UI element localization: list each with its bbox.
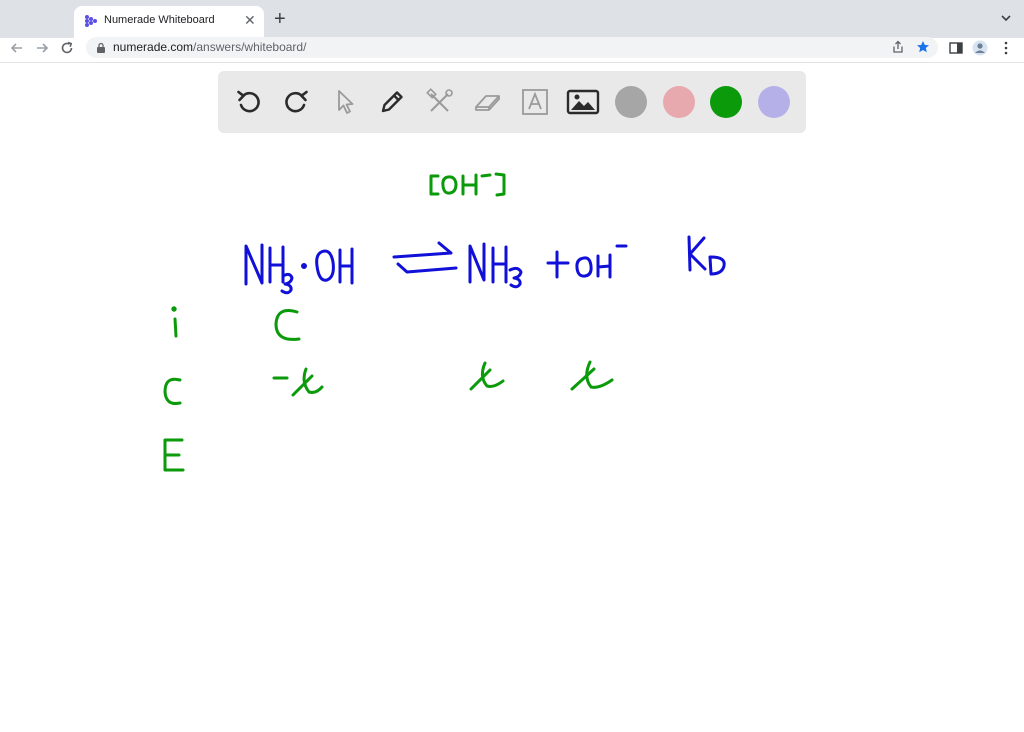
profile-avatar-icon[interactable] bbox=[972, 40, 988, 56]
bookmark-star-icon[interactable] bbox=[916, 40, 930, 54]
url-domain: numerade.com bbox=[113, 40, 194, 54]
whiteboard-toolbar bbox=[218, 71, 806, 133]
new-tab-button[interactable]: + bbox=[274, 9, 286, 29]
url-path: /answers/whiteboard/ bbox=[193, 40, 307, 54]
ice-label-e bbox=[163, 438, 185, 472]
change-x-nh3 bbox=[469, 361, 505, 391]
color-swatch-pink[interactable] bbox=[663, 86, 695, 118]
equilibrium-arrow bbox=[392, 241, 458, 274]
plus-sign bbox=[546, 250, 570, 279]
color-swatch-green[interactable] bbox=[710, 86, 742, 118]
undo-icon[interactable] bbox=[232, 85, 266, 119]
eraser-icon[interactable] bbox=[470, 85, 504, 119]
redo-icon[interactable] bbox=[279, 85, 313, 119]
back-arrow-icon[interactable] bbox=[8, 39, 26, 57]
side-panel-icon[interactable] bbox=[948, 40, 964, 56]
image-icon[interactable] bbox=[566, 85, 600, 119]
close-tab-icon[interactable]: ✕ bbox=[244, 12, 256, 28]
numerade-logo-icon bbox=[85, 15, 97, 27]
lock-icon[interactable] bbox=[96, 42, 106, 53]
tab-search-chevron-icon[interactable] bbox=[1000, 12, 1012, 24]
url-text: numerade.com/answers/whiteboard/ bbox=[113, 40, 306, 54]
address-bar[interactable]: numerade.com/answers/whiteboard/ bbox=[86, 37, 938, 58]
equilibrium-constant-kb bbox=[687, 235, 726, 276]
pointer-icon[interactable] bbox=[328, 85, 362, 119]
color-swatch-gray[interactable] bbox=[615, 86, 647, 118]
browser-tab[interactable]: Numerade Whiteboard ✕ bbox=[74, 6, 264, 38]
browser-menu-icon[interactable] bbox=[998, 40, 1014, 56]
product-hydroxide bbox=[575, 244, 628, 279]
forward-arrow-icon[interactable] bbox=[33, 39, 51, 57]
reactant-nh3-oh bbox=[244, 243, 354, 295]
pen-icon[interactable] bbox=[375, 85, 409, 119]
text-icon[interactable] bbox=[518, 85, 552, 119]
share-icon[interactable] bbox=[891, 40, 905, 54]
color-swatch-lavender[interactable] bbox=[758, 86, 790, 118]
change-minus-x bbox=[272, 367, 324, 397]
tools-icon[interactable] bbox=[423, 85, 457, 119]
toolbar-divider bbox=[0, 62, 1024, 63]
tab-strip: Numerade Whiteboard ✕ + bbox=[0, 0, 1024, 38]
product-nh3 bbox=[468, 242, 523, 289]
tab-title: Numerade Whiteboard bbox=[104, 14, 215, 26]
change-x-oh bbox=[570, 360, 614, 391]
reload-icon[interactable] bbox=[58, 39, 76, 57]
ice-label-i bbox=[171, 306, 178, 338]
ice-label-c bbox=[163, 377, 182, 405]
whiteboard-canvas[interactable] bbox=[0, 140, 1024, 732]
note-oh-concentration bbox=[429, 172, 506, 197]
initial-concentration-c bbox=[274, 309, 301, 341]
